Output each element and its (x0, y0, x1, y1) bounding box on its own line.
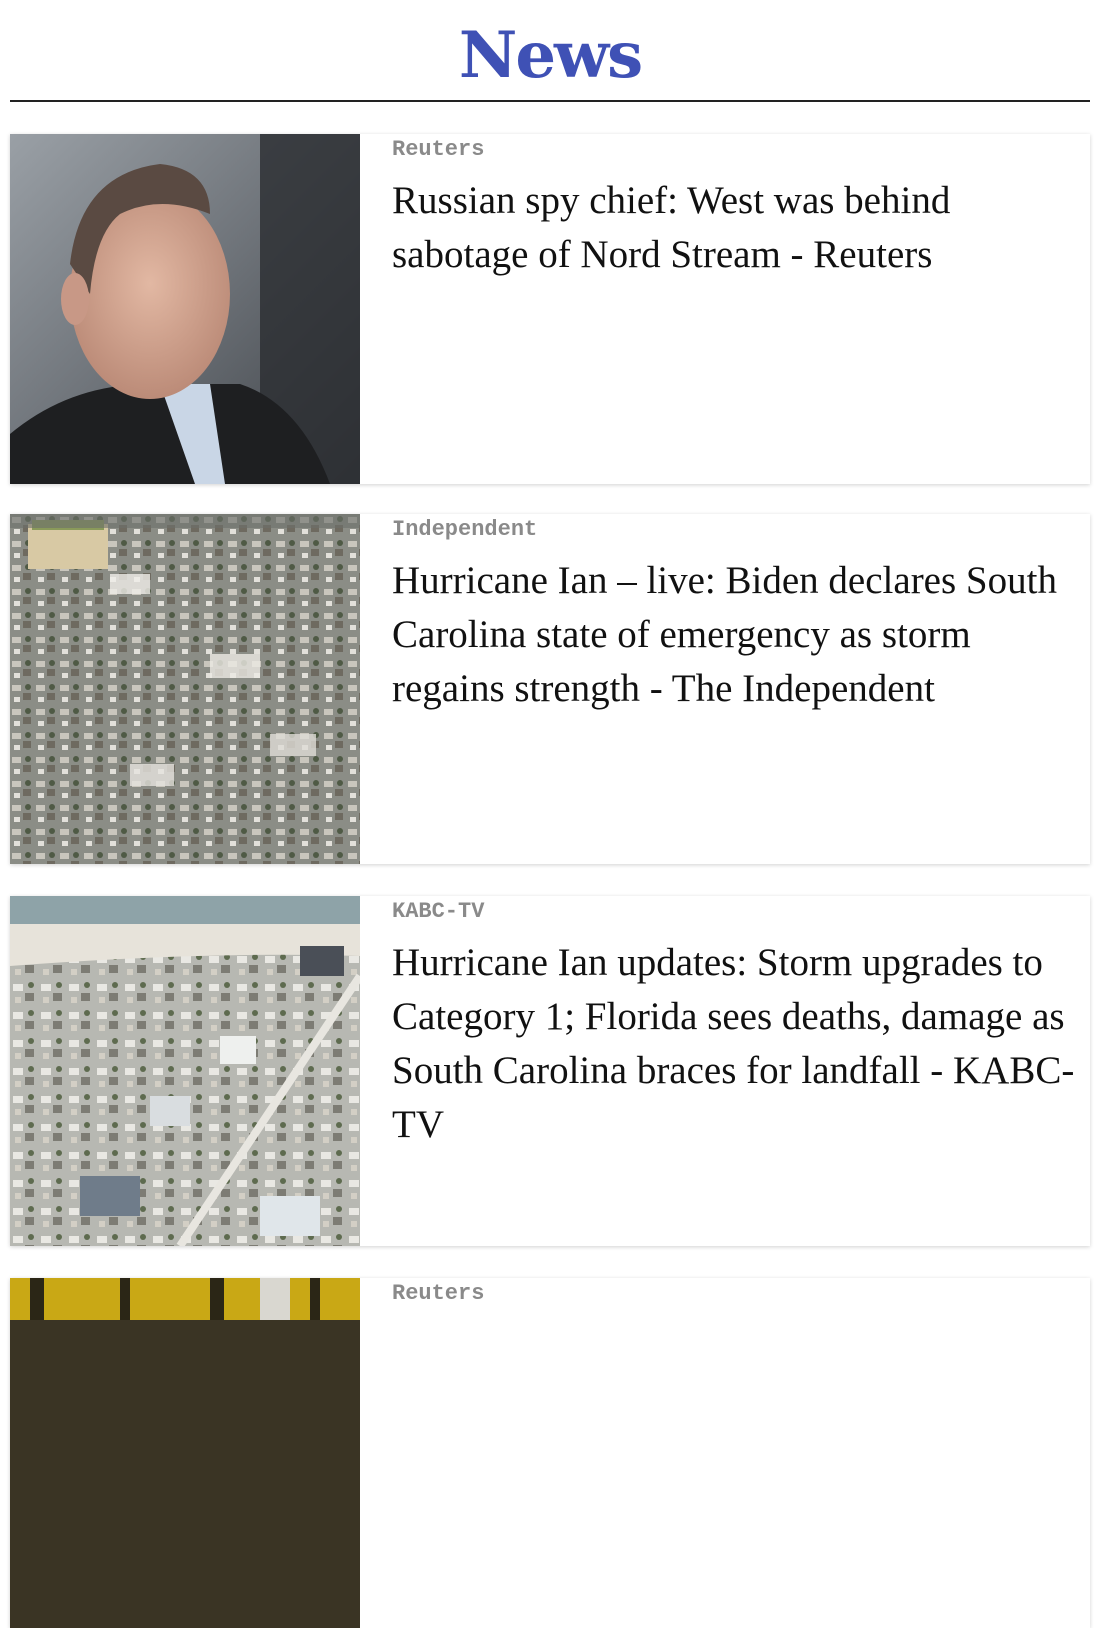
article-headline[interactable]: Hurricane Ian – live: Biden declares Sou… (392, 554, 1076, 716)
article-thumbnail[interactable] (10, 134, 360, 484)
article-source: Independent (392, 517, 538, 542)
page-header: News (10, 0, 1090, 102)
article-source: KABC-TV (392, 899, 485, 924)
portrait-photo-icon (10, 134, 360, 484)
article-headline[interactable]: Hurricane Ian updates: Storm upgrades to… (392, 936, 1076, 1152)
article-card[interactable]: Independent Hurricane Ian – live: Biden … (10, 514, 1090, 864)
industrial-photo-icon (10, 1278, 360, 1628)
article-card[interactable]: Reuters (10, 1278, 1090, 1628)
article-card[interactable]: Reuters Russian spy chief: West was behi… (10, 134, 1090, 484)
article-content: Reuters (360, 1278, 1090, 1628)
article-content: KABC-TV Hurricane Ian updates: Storm upg… (360, 896, 1090, 1246)
article-thumbnail[interactable] (10, 896, 360, 1246)
article-content: Reuters Russian spy chief: West was behi… (360, 134, 1090, 484)
article-content: Independent Hurricane Ian – live: Biden … (360, 514, 1090, 864)
aerial-damage-photo-icon (10, 514, 360, 864)
aerial-coast-photo-icon (10, 896, 360, 1246)
page-title: News (458, 18, 643, 93)
article-source: Reuters (392, 1281, 485, 1306)
article-source: Reuters (392, 137, 485, 162)
article-card[interactable]: KABC-TV Hurricane Ian updates: Storm upg… (10, 896, 1090, 1246)
article-headline[interactable]: Russian spy chief: West was behind sabot… (392, 174, 1076, 282)
article-thumbnail[interactable] (10, 1278, 360, 1628)
article-thumbnail[interactable] (10, 514, 360, 864)
